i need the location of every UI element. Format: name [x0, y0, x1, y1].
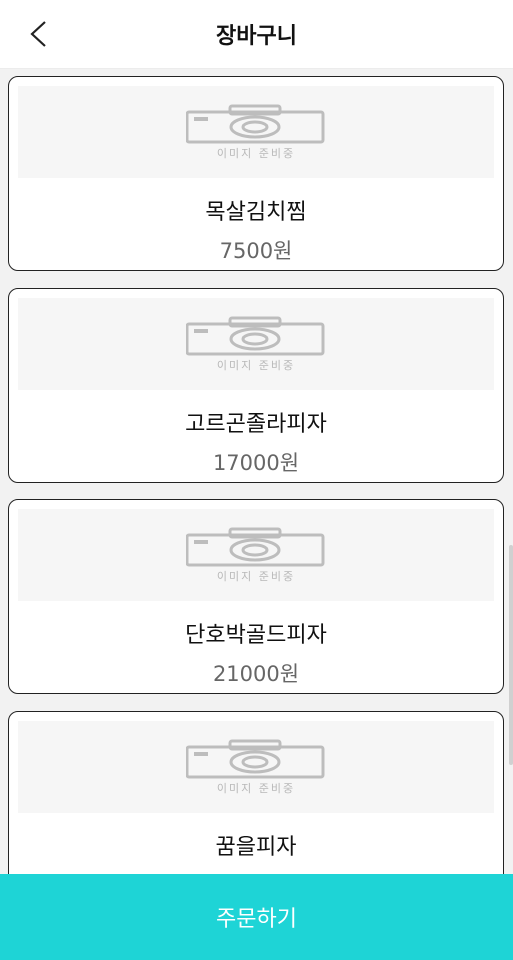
item-price: 21000원 [212, 662, 300, 686]
cart-item[interactable]: 이미지 준비중 고르곤졸라피자 17000원 [8, 288, 504, 483]
camera-icon [186, 316, 325, 355]
page-title: 장바구니 [216, 24, 297, 49]
camera-icon [186, 739, 325, 778]
item-price: 7500원 [219, 239, 293, 263]
item-name: 단호박골드피자 [185, 623, 327, 648]
cart-item-list[interactable]: 이미지 준비중 목살김치찜 7500원 이미지 준비중 고르곤졸라피자 1700… [0, 68, 513, 874]
cart-item[interactable]: 이미지 준비중 꿈을피자 [8, 711, 504, 874]
item-image-placeholder: 이미지 준비중 [18, 298, 494, 390]
placeholder-caption: 이미지 준비중 [216, 781, 296, 795]
cart-item[interactable]: 이미지 준비중 목살김치찜 7500원 [8, 76, 504, 271]
cart-item[interactable]: 이미지 준비중 단호박골드피자 21000원 [8, 499, 504, 694]
scrollbar[interactable] [509, 545, 513, 765]
placeholder-caption: 이미지 준비중 [216, 569, 296, 583]
item-image-placeholder: 이미지 준비중 [18, 86, 494, 178]
camera-icon [186, 104, 325, 143]
item-name: 목살김치찜 [205, 200, 307, 225]
item-image-placeholder: 이미지 준비중 [18, 509, 494, 601]
camera-icon [186, 527, 325, 566]
app-header: 장바구니 [0, 0, 513, 69]
placeholder-caption: 이미지 준비중 [216, 146, 296, 160]
item-price: 17000원 [212, 451, 300, 475]
order-button[interactable]: 주문하기 [0, 874, 513, 960]
item-name: 고르곤졸라피자 [185, 412, 327, 437]
item-image-placeholder: 이미지 준비중 [18, 721, 494, 813]
placeholder-caption: 이미지 준비중 [216, 358, 296, 372]
item-name: 꿈을피자 [215, 835, 297, 860]
